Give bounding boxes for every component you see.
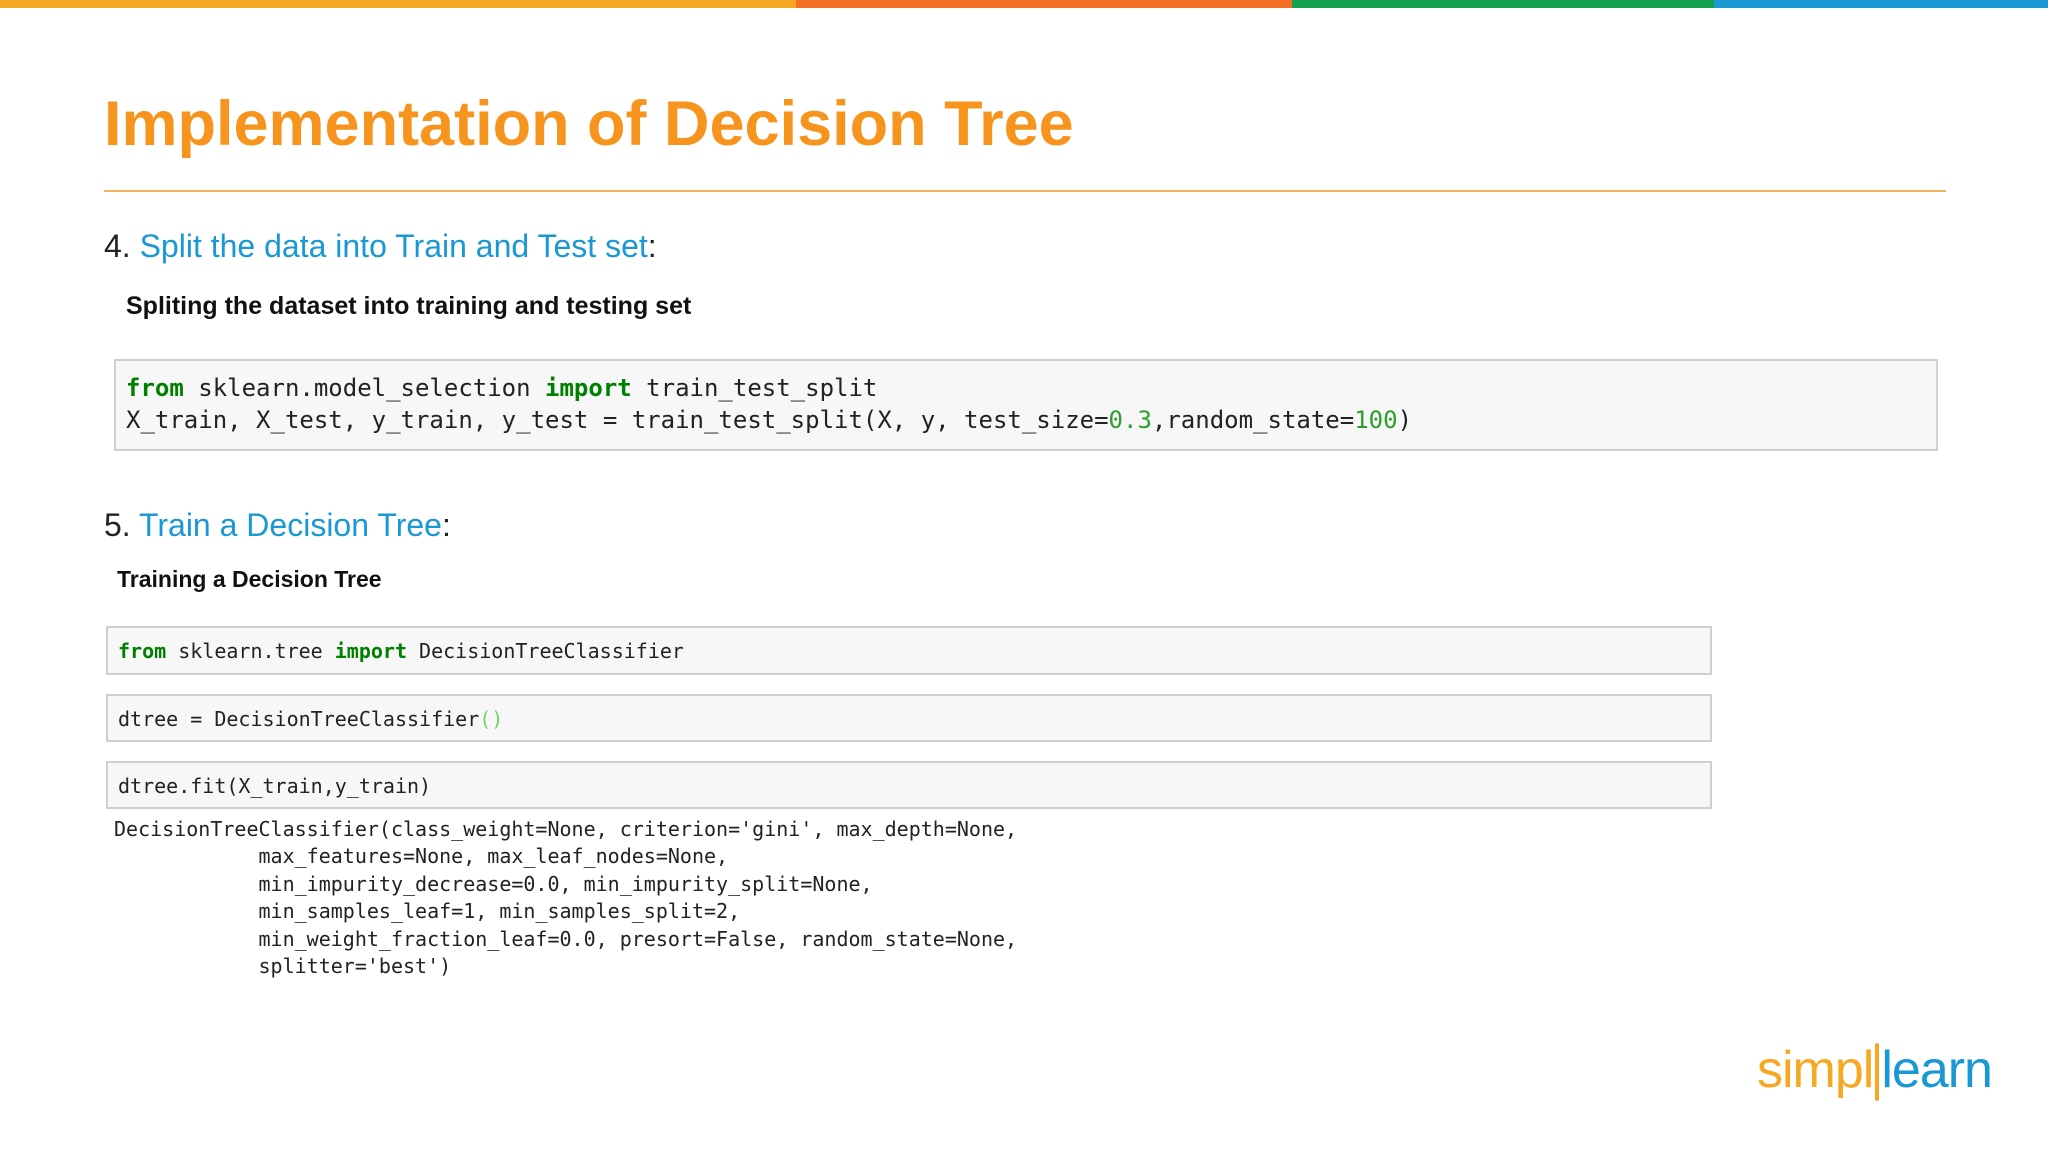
section-5-colon: : xyxy=(441,507,451,543)
module-name: sklearn.tree xyxy=(166,639,335,663)
split-call: X_train, X_test, y_train, y_test = train… xyxy=(126,406,1109,434)
top-bar-segment-green xyxy=(1292,0,1714,8)
random-state-arg: ,random_state= xyxy=(1151,406,1355,434)
constructor-call: dtree = DecisionTreeClassifier xyxy=(118,707,480,731)
code-line-split: X_train, X_test, y_train, y_test = train… xyxy=(126,406,1412,434)
top-bar-segment-orange xyxy=(796,0,1292,8)
top-bar-segment-yellow xyxy=(0,0,796,8)
title-divider xyxy=(104,190,1946,192)
simplilearn-logo: simpl learn xyxy=(1757,1040,1993,1101)
code-cell-create-tree[interactable]: dtree = DecisionTreeClassifier() xyxy=(106,694,1712,742)
code-line-fit: dtree.fit(X_train,y_train) xyxy=(118,774,432,798)
keyword-from: from xyxy=(118,639,167,663)
keyword-import: import xyxy=(545,374,632,402)
logo-i-bar xyxy=(1875,1043,1880,1101)
section-4-heading: 4. Split the data into Train and Test se… xyxy=(104,228,657,265)
section-5-heading: 5. Train a Decision Tree: xyxy=(104,507,451,544)
import-name: DecisionTreeClassifier xyxy=(407,639,684,663)
constructor-parens: () xyxy=(479,707,504,731)
module-name: sklearn.model_selection xyxy=(183,374,546,402)
section-5-link[interactable]: Train a Decision Tree xyxy=(139,507,442,543)
code-cell-fit-tree[interactable]: dtree.fit(X_train,y_train) xyxy=(106,761,1712,809)
code-cell-import-tree[interactable]: from sklearn.tree import DecisionTreeCla… xyxy=(106,626,1712,675)
section-5-number: 5. xyxy=(104,507,139,543)
section-4-link[interactable]: Split the data into Train and Test set xyxy=(140,228,648,264)
section-4-number: 4. xyxy=(104,228,140,264)
split-call-close: ) xyxy=(1397,406,1413,434)
code-line-import: from sklearn.model_selection import trai… xyxy=(126,374,877,402)
section-4-colon: : xyxy=(647,228,657,264)
top-color-bar xyxy=(0,0,2048,8)
section-5-subheading: Training a Decision Tree xyxy=(117,566,382,592)
code-line-import-tree: from sklearn.tree import DecisionTreeCla… xyxy=(118,639,684,663)
keyword-from: from xyxy=(126,374,184,402)
random-state-value: 100 xyxy=(1354,406,1398,434)
keyword-import: import xyxy=(334,639,407,663)
logo-part-simpl: simpl xyxy=(1757,1041,1874,1099)
logo-part-learn: learn xyxy=(1881,1041,1993,1099)
import-name: train_test_split xyxy=(631,374,878,402)
slide-title: Implementation of Decision Tree xyxy=(104,89,1074,159)
code-cell-split[interactable]: from sklearn.model_selection import trai… xyxy=(114,359,1938,451)
code-line-create-tree: dtree = DecisionTreeClassifier() xyxy=(118,707,503,731)
test-size-value: 0.3 xyxy=(1108,406,1152,434)
fit-output: DecisionTreeClassifier(class_weight=None… xyxy=(114,817,1018,979)
top-bar-segment-blue xyxy=(1714,0,2048,8)
section-4-subheading: Spliting the dataset into training and t… xyxy=(126,292,692,320)
